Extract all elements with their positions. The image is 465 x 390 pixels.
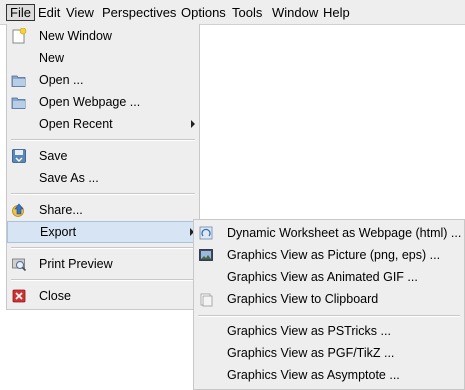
submenu-arrow-icon [191,120,195,128]
picture-icon [198,247,214,263]
menu-separator [11,193,195,195]
menu-item-close[interactable]: Close [7,285,199,307]
new-window-icon [11,27,27,44]
menu-item-save-as[interactable]: Save As ... [7,167,199,189]
export-submenu: Dynamic Worksheet as Webpage (html) ... … [193,219,465,390]
menu-item-graphics-asymptote[interactable]: Graphics View as Asymptote ... [194,364,464,386]
menu-item-graphics-pgf[interactable]: Graphics View as PGF/TikZ ... [194,342,464,364]
menu-view[interactable]: View [63,4,97,21]
menu-file[interactable]: File [6,4,35,21]
menu-item-graphics-gif[interactable]: Graphics View as Animated GIF ... [194,266,464,288]
menu-separator [11,139,195,141]
menu-tools[interactable]: Tools [229,4,265,21]
save-icon [11,148,27,164]
menu-item-save[interactable]: Save [7,145,199,167]
menu-separator [198,315,460,317]
menu-item-open-recent[interactable]: Open Recent [7,113,199,135]
file-menu: New Window New Open ... Open Webpage ...… [6,24,200,310]
menu-item-export[interactable]: Export [7,221,199,243]
webpage-folder-icon [11,94,27,110]
folder-icon [11,72,27,88]
menu-item-open[interactable]: Open ... [7,69,199,91]
clipboard-icon [198,291,214,307]
menu-item-print-preview[interactable]: Print Preview [7,253,199,275]
menu-options[interactable]: Options [178,4,229,21]
share-icon [11,202,27,218]
menu-separator [11,279,195,281]
menu-item-dynamic-worksheet[interactable]: Dynamic Worksheet as Webpage (html) ... [194,222,464,244]
menu-bar: File Edit View Perspectives Options Tool… [0,0,465,25]
webpage-export-icon [198,225,214,241]
print-preview-icon [11,256,27,272]
menu-window[interactable]: Window [269,4,321,21]
menu-edit[interactable]: Edit [35,4,63,21]
menu-item-open-webpage[interactable]: Open Webpage ... [7,91,199,113]
menu-separator [11,247,195,249]
menu-perspectives[interactable]: Perspectives [99,4,179,21]
close-icon [11,288,27,304]
menu-item-graphics-clipboard[interactable]: Graphics View to Clipboard [194,288,464,310]
menu-item-share[interactable]: Share... [7,199,199,221]
menu-item-graphics-pstricks[interactable]: Graphics View as PSTricks ... [194,320,464,342]
menu-item-graphics-picture[interactable]: Graphics View as Picture (png, eps) ... [194,244,464,266]
menu-item-new[interactable]: New [7,47,199,69]
menu-help[interactable]: Help [320,4,353,21]
menu-item-new-window[interactable]: New Window [7,25,199,47]
